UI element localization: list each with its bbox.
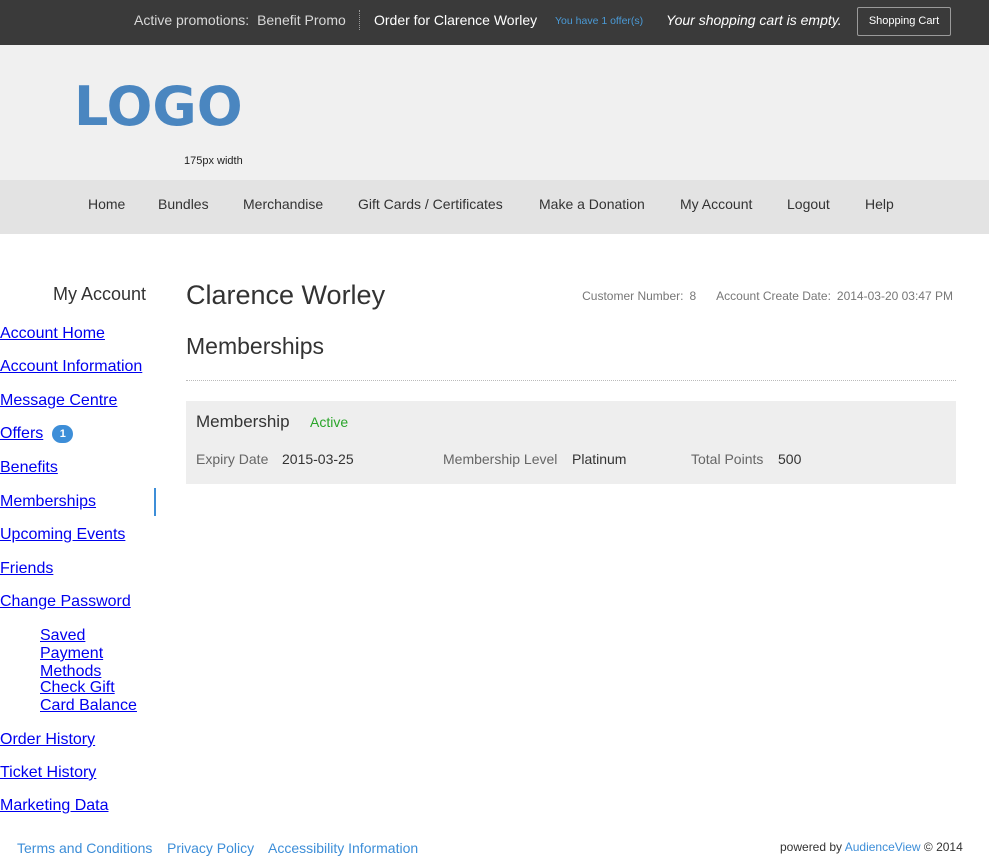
expiry-date-label: Expiry Date: [196, 451, 269, 467]
sidebar-item-change-password[interactable]: Change Password: [0, 593, 146, 611]
sidebar-item-upcoming-events[interactable]: Upcoming Events: [0, 526, 146, 544]
nav-make-donation[interactable]: Make a Donation: [539, 196, 645, 212]
sidebar-item-order-history[interactable]: Order History: [0, 731, 146, 749]
copyright: © 2014: [923, 840, 963, 854]
sidebar-item-check-gift-card-balance[interactable]: Check Gift Card Balance: [40, 679, 146, 715]
nav-merchandise[interactable]: Merchandise: [243, 196, 323, 212]
audienceview-link[interactable]: AudienceView: [845, 840, 921, 854]
offers-count-badge: 1: [52, 425, 74, 443]
nav-logout[interactable]: Logout: [787, 196, 830, 212]
sidebar-item-account-home[interactable]: Account Home: [0, 325, 146, 343]
logo-width-note: 175px width: [184, 155, 243, 167]
sidebar-active-indicator: [154, 488, 156, 516]
top-bar: Active promotions: Benefit Promo Order f…: [0, 0, 989, 45]
footer-privacy-link[interactable]: Privacy Policy: [167, 840, 254, 856]
powered-prefix: powered by: [780, 840, 843, 854]
nav-gift-cards[interactable]: Gift Cards / Certificates: [358, 196, 503, 212]
sidebar-item-marketing-data[interactable]: Marketing Data: [0, 797, 146, 815]
shopping-cart-button[interactable]: Shopping Cart: [857, 7, 951, 36]
section-divider: [186, 380, 956, 381]
sidebar-item-offers-label: Offers: [0, 425, 44, 443]
create-date-value: 2014-03-20 03:47 PM: [836, 289, 953, 303]
site-header: LOGO 175px width: [0, 45, 989, 180]
create-date-label: Account Create Date:: [716, 289, 831, 303]
membership-level-label: Membership Level: [443, 451, 558, 467]
site-logo[interactable]: LOGO: [74, 75, 243, 138]
sidebar-item-saved-payment-methods[interactable]: Saved Payment Methods: [40, 627, 146, 681]
membership-card: Membership Active Expiry Date 2015-03-25…: [186, 401, 956, 484]
sidebar-item-friends[interactable]: Friends: [0, 560, 146, 578]
promotion-name: Benefit Promo: [257, 12, 346, 28]
nav-my-account[interactable]: My Account: [680, 196, 752, 212]
total-points-value: 500: [778, 451, 802, 467]
customer-number-label: Customer Number:: [582, 289, 684, 303]
customer-name: Clarence Worley: [186, 280, 386, 310]
powered-by: powered by AudienceView © 2014: [780, 840, 963, 854]
sidebar-item-message-centre[interactable]: Message Centre: [0, 392, 146, 410]
offers-link[interactable]: You have 1 offer(s): [555, 15, 643, 27]
sidebar-item-offers[interactable]: Offers 1: [0, 425, 146, 443]
sidebar-item-account-information[interactable]: Account Information: [0, 358, 146, 376]
topbar-divider: [359, 10, 360, 30]
nav-help[interactable]: Help: [865, 196, 894, 212]
sidebar-item-memberships[interactable]: Memberships: [0, 493, 146, 511]
order-for-label: Order for Clarence Worley: [374, 12, 538, 28]
main-nav: Home Bundles Merchandise Gift Cards / Ce…: [0, 180, 989, 234]
expiry-date-value: 2015-03-25: [282, 451, 354, 467]
sidebar-item-ticket-history[interactable]: Ticket History: [0, 764, 146, 782]
membership-status-badge: Active: [310, 414, 349, 430]
footer-accessibility-link[interactable]: Accessibility Information: [268, 840, 418, 856]
total-points-label: Total Points: [691, 451, 764, 467]
footer-terms-link[interactable]: Terms and Conditions: [17, 840, 152, 856]
active-promotions: Active promotions: Benefit Promo: [134, 12, 346, 28]
membership-title: Membership: [196, 412, 290, 431]
customer-meta: Customer Number: 8 Account Create Date: 201…: [582, 289, 953, 303]
sidebar-title: My Account: [52, 284, 146, 304]
nav-bundles[interactable]: Bundles: [158, 196, 209, 212]
membership-level-value: Platinum: [572, 451, 627, 467]
sidebar-item-benefits[interactable]: Benefits: [0, 459, 146, 477]
customer-number-value: 8: [689, 289, 697, 303]
cart-status-message: Your shopping cart is empty.: [666, 12, 842, 28]
section-title: Memberships: [186, 333, 325, 359]
promotions-label: Active promotions:: [134, 12, 250, 28]
nav-home[interactable]: Home: [88, 196, 125, 212]
